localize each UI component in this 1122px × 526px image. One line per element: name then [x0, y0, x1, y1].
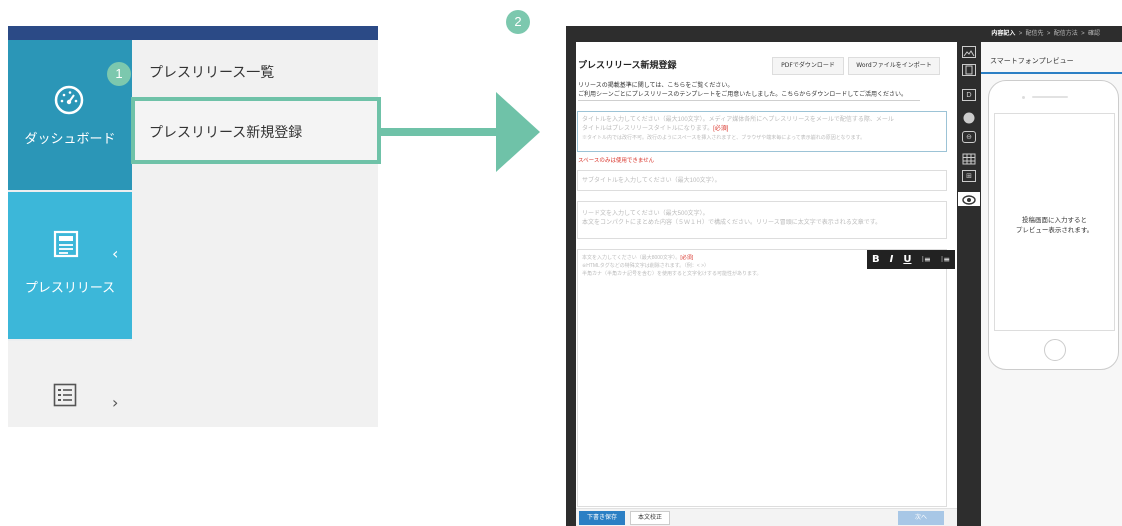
phone-speaker	[1032, 96, 1068, 98]
editor-toolbar: B I U ⁝≡ ⁝≡	[867, 250, 955, 269]
bullet-list-button[interactable]: ⁝≡	[941, 255, 950, 264]
divider	[578, 100, 920, 101]
intro-text-1: リリースの掲載基準に関しては、こちらをご覧ください。	[578, 83, 734, 89]
lead-placeholder-2: 本文をコンパクトにまとめた内容（５Ｗ１Ｈ）で構成ください。リリース冒頭に太文字で…	[582, 220, 882, 226]
d-box-icon[interactable]: D	[962, 89, 976, 101]
ordered-list-button[interactable]: ⁝≡	[921, 255, 930, 264]
title-placeholder-1: タイトルを入力してください（最大100文字）。メディア媒体各所にへプレスリリース…	[582, 117, 894, 123]
document-icon[interactable]	[962, 64, 976, 76]
body-input[interactable]: 本文を入力してください（最大8000文字）。[必須] ※HTMLタグなどの特殊文…	[577, 249, 947, 507]
breadcrumb-sep: >	[1081, 31, 1085, 37]
top-header-bar	[8, 26, 378, 40]
sidebar-label-dashboard: ダッシュボード	[24, 131, 116, 146]
dashboard-gauge-icon	[53, 84, 85, 116]
lead-input[interactable]: リード文を入力してください（最大500文字）。 本文をコンパクトにまとめた内容（…	[577, 201, 947, 239]
eye-icon[interactable]	[958, 192, 980, 206]
sidebar-item-pressrelease[interactable]: ‹ プレスリリース	[8, 192, 132, 339]
editor-left-edge	[566, 42, 576, 526]
preview-heading: スマートフォンプレビュー	[990, 58, 1074, 65]
breadcrumb-step3: 配信方法	[1053, 31, 1078, 37]
table-icon[interactable]	[962, 150, 976, 165]
breadcrumb-sep: >	[1046, 31, 1051, 37]
embed-icon[interactable]: ⊞	[962, 170, 976, 182]
step-badge-1: 1	[107, 62, 131, 86]
breadcrumb-current: 内容記入	[991, 31, 1016, 37]
space-error-message: スペースのみは使用できません	[578, 158, 655, 164]
preview-message-1: 投稿画面に入力すると	[1022, 217, 1087, 224]
bold-button[interactable]: B	[872, 254, 880, 265]
list-icon	[53, 383, 77, 407]
phone-camera	[1022, 96, 1025, 99]
phone-home-button	[1044, 339, 1066, 361]
gif-icon[interactable]	[962, 109, 976, 124]
body-placeholder: 本文を入力してください（最大8000文字）。	[582, 255, 681, 261]
required-tag: [必須]	[680, 255, 694, 261]
breadcrumb-step2: 配信先	[1025, 31, 1044, 37]
sidebar-label-pressrelease: プレスリリース	[24, 280, 116, 295]
chevron-left-icon: ‹	[112, 244, 119, 263]
preview-message-2: プレビュー表示されます。	[1015, 227, 1094, 234]
sidebar-item-list[interactable]: ›	[8, 341, 132, 427]
save-draft-button[interactable]: 下書き保存	[579, 511, 625, 525]
lead-placeholder-1: リード文を入力してください（最大500文字）。	[582, 211, 709, 217]
document-icon	[53, 230, 79, 258]
link-icon[interactable]: ⊖	[962, 131, 976, 143]
italic-button[interactable]: I	[890, 254, 894, 265]
underline-button[interactable]: U	[903, 254, 911, 265]
proofread-button[interactable]: 本文校正	[630, 511, 670, 525]
image-icon[interactable]	[962, 46, 976, 58]
pdf-download-button[interactable]: PDFでダウンロード	[772, 57, 844, 75]
form-title: プレスリリース新規登録	[578, 60, 677, 70]
page: ダッシュボード ‹ プレスリリース › プレスリリース一覧 プレスリリース新規登…	[0, 0, 1122, 526]
word-import-button[interactable]: Wordファイルをインポート	[848, 57, 940, 75]
arrow-connector	[378, 128, 498, 136]
step-badge-2: 2	[506, 10, 530, 34]
breadcrumb: 内容記入 > 配信先 > 配信方法 > 確認	[991, 28, 1100, 37]
subtitle-input[interactable]: サブタイトルを入力してください（最大100文字）。	[577, 170, 947, 191]
breadcrumb-sep: >	[1018, 31, 1023, 37]
preview-tab-indicator	[981, 72, 1122, 74]
required-tag: [必須]	[713, 126, 729, 132]
next-button[interactable]: 次へ	[898, 511, 944, 525]
arrow-head-icon	[496, 92, 540, 172]
submenu-item-list[interactable]: プレスリリース一覧	[149, 62, 274, 82]
chevron-right-icon: ›	[112, 393, 119, 412]
submenu-item-new[interactable]: プレスリリース新規登録	[149, 122, 302, 142]
body-note-2: 半角カナ（半角カナ記号を含む）を使用すると文字化けする可能性があります。	[582, 271, 762, 277]
title-placeholder-2: タイトルはプレスリリースタイトルになります。	[582, 126, 714, 132]
intro-text-2: ご利用シーンごとにプレスリリースのテンプレートをご用意いたしました。こちらからダ…	[578, 92, 908, 98]
title-input[interactable]: タイトルを入力してください（最大100文字）。メディア媒体各所にへプレスリリース…	[577, 111, 947, 152]
breadcrumb-step4: 確認	[1087, 31, 1100, 37]
title-note: ※タイトル内では改行不可。改行のようにスペースを挿入されますと、ブラウザや端末毎…	[582, 135, 866, 141]
